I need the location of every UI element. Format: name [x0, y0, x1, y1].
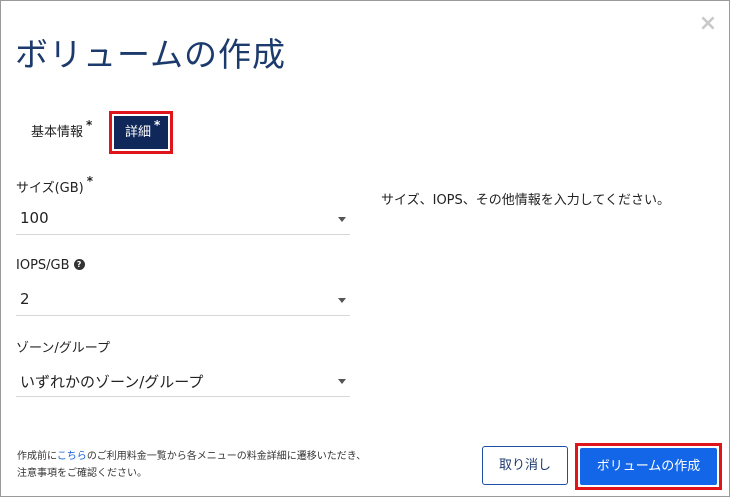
size-select-value: 100 [20, 209, 49, 227]
iops-label: IOPS/GB? [16, 258, 85, 273]
pricing-footnote: 作成前にこちらのご利用料金一覧から各メニューの料金詳細に遷移いただき、 注意事項… [17, 448, 366, 482]
pricing-link[interactable]: こちら [57, 451, 87, 462]
iops-select-value: 2 [20, 290, 30, 308]
dialog-title: ボリュームの作成 [15, 35, 287, 74]
footnote-line-2: 注意事項をご確認ください。 [17, 468, 147, 479]
help-icon[interactable]: ? [73, 259, 85, 270]
tab-basic-info-label: 基本情報 [31, 125, 84, 140]
size-label-text: サイズ(GB) [16, 181, 84, 196]
tab-basic-info[interactable]: 基本情報 * [31, 118, 93, 140]
tab-detail-label: 詳細 [125, 125, 152, 140]
caret-down-icon [338, 217, 346, 222]
size-label: サイズ(GB) * [16, 174, 94, 196]
iops-select[interactable]: 2 [16, 286, 350, 316]
zone-select[interactable]: いずれかのゾーン/グループ [16, 367, 350, 397]
iops-label-text: IOPS/GB [16, 258, 70, 273]
caret-down-icon [338, 379, 346, 384]
caret-down-icon [338, 298, 346, 303]
create-volume-dialog: × ボリュームの作成 基本情報 * 詳細 * サイズ(GB) * 100 IOPS/G… [0, 0, 730, 497]
cancel-button[interactable]: 取り消し [482, 446, 568, 485]
tab-detail[interactable]: 詳細 * [114, 116, 168, 149]
required-mark: * [86, 174, 94, 188]
required-mark: * [86, 118, 93, 132]
footnote-line-1: 作成前にこちらのご利用料金一覧から各メニューの料金詳細に遷移いただき、 [17, 448, 366, 465]
zone-label: ゾーン/グループ [16, 341, 110, 356]
footnote-suffix: のご利用料金一覧から各メニューの料金詳細に遷移いただき、 [86, 451, 367, 462]
zone-select-value: いずれかのゾーン/グループ [20, 373, 204, 391]
close-icon[interactable]: × [698, 13, 718, 35]
footnote-prefix: 作成前に [17, 451, 57, 462]
size-select[interactable]: 100 [16, 205, 350, 235]
required-mark: * [154, 118, 161, 132]
form-hint: サイズ、IOPS、その他情報を入力してください。 [381, 193, 670, 208]
create-volume-button[interactable]: ボリュームの作成 [580, 448, 717, 485]
